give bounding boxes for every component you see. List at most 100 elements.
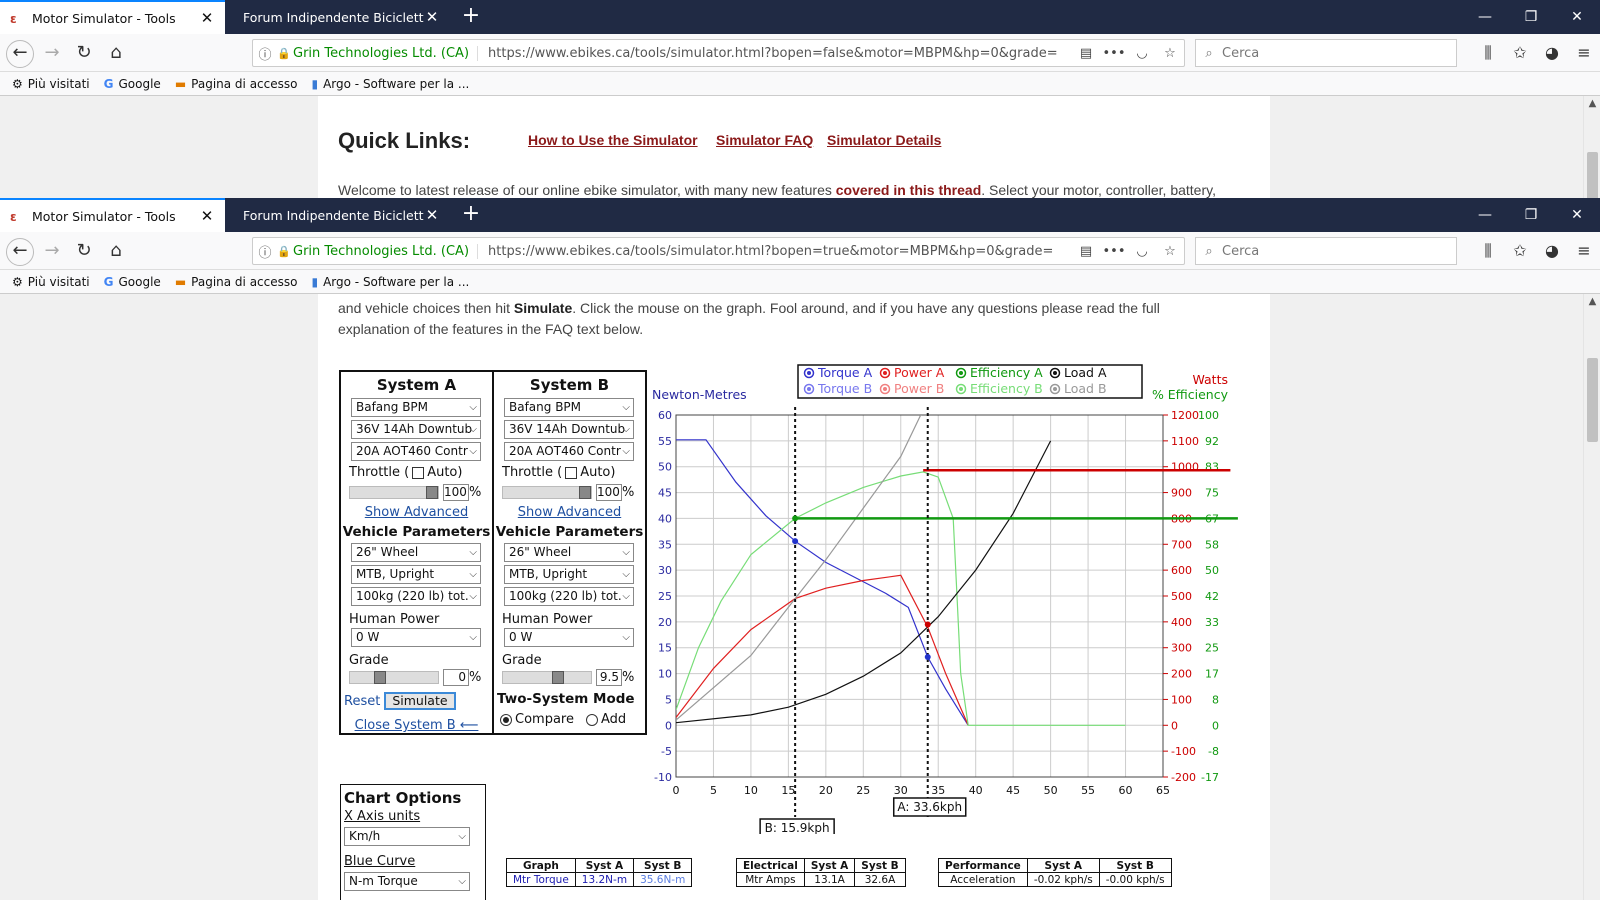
grade-input-b[interactable]: 9.5 bbox=[596, 669, 622, 686]
close-tab-icon[interactable]: ✕ bbox=[424, 206, 440, 224]
simulator-chart[interactable]: 0 5 10 15 20 25 30 35 40 45 50 55 60 6560555045403530… bbox=[628, 364, 1240, 834]
scrollbar-bottom[interactable]: ▲ bbox=[1583, 294, 1600, 900]
pocket-icon[interactable]: ◡ bbox=[1128, 46, 1156, 61]
weight-select-b[interactable]: 100kg (220 lb) tot. ⌵ bbox=[504, 587, 634, 606]
throttle-input-b[interactable]: 100 bbox=[596, 484, 622, 501]
minimize-icon[interactable]: — bbox=[1462, 198, 1508, 232]
close-window-icon[interactable]: ✕ bbox=[1554, 0, 1600, 34]
posture-select-b[interactable]: MTB, Upright ⌵ bbox=[504, 565, 634, 584]
bookmarks-menu-icon[interactable]: ✩ bbox=[1504, 238, 1536, 264]
new-tab-button[interactable]: + bbox=[456, 198, 486, 232]
search-box[interactable]: ⌕ Cerca bbox=[1195, 237, 1457, 265]
bookmark-argo[interactable]: ▮ Argo - Software per la ... bbox=[311, 275, 469, 289]
extension-icon[interactable]: ◕ bbox=[1536, 238, 1568, 264]
posture-select-a[interactable]: MTB, Upright ⌵ bbox=[351, 565, 481, 584]
close-window-icon[interactable]: ✕ bbox=[1554, 198, 1600, 232]
bookmark-access-page[interactable]: ▬ Pagina di accesso bbox=[175, 77, 298, 91]
reset-link[interactable]: Reset bbox=[344, 694, 380, 709]
back-icon[interactable]: ← bbox=[6, 40, 34, 68]
scroll-thumb[interactable] bbox=[1587, 152, 1598, 198]
link-simulator-details[interactable]: Simulator Details bbox=[827, 132, 941, 148]
home-icon[interactable]: ⌂ bbox=[102, 40, 130, 68]
grade-slider-b[interactable] bbox=[502, 671, 592, 684]
site-identity[interactable]: Grin Technologies Ltd. (CA) bbox=[291, 243, 479, 259]
weight-select-a[interactable]: 100kg (220 lb) tot. ⌵ bbox=[351, 587, 481, 606]
wheel-select-a[interactable]: 26" Wheel ⌵ bbox=[351, 543, 481, 562]
library-icon[interactable]: ⫼ bbox=[1472, 40, 1504, 66]
bookmark-star-icon[interactable]: ☆ bbox=[1156, 46, 1184, 61]
reload-icon[interactable]: ↻ bbox=[70, 40, 98, 68]
slider-knob[interactable] bbox=[552, 671, 564, 684]
motor-select-b[interactable]: Bafang BPM ⌵ bbox=[504, 398, 634, 417]
site-identity[interactable]: Grin Technologies Ltd. (CA) bbox=[291, 45, 479, 61]
human-power-select-a[interactable]: 0 W ⌵ bbox=[351, 628, 481, 647]
new-tab-button[interactable]: + bbox=[456, 0, 486, 34]
auto-checkbox-a[interactable] bbox=[412, 466, 425, 479]
restore-icon[interactable]: ❐ bbox=[1508, 198, 1554, 232]
tab-forum[interactable]: Forum Indipendente Biciclette Elett ✕ bbox=[225, 0, 450, 34]
pocket-icon[interactable]: ◡ bbox=[1128, 244, 1156, 259]
scrollbar-top[interactable]: ▲ bbox=[1583, 96, 1600, 198]
search-box[interactable]: ⌕ Cerca bbox=[1195, 39, 1457, 67]
hamburger-menu-icon[interactable]: ≡ bbox=[1568, 40, 1600, 66]
add-radio[interactable] bbox=[585, 713, 598, 726]
close-tab-icon[interactable]: ✕ bbox=[199, 9, 215, 27]
link-simulator-faq[interactable]: Simulator FAQ bbox=[716, 132, 813, 148]
info-icon[interactable]: ⓘ bbox=[253, 44, 277, 63]
tab-motor-simulator[interactable]: ɛ Motor Simulator - Tools ✕ bbox=[0, 0, 225, 34]
x-axis-units-select[interactable]: Km/h ⌵ bbox=[344, 827, 470, 846]
blue-curve-select[interactable]: N-m Torque ⌵ bbox=[344, 872, 470, 891]
bookmark-google[interactable]: G Google bbox=[104, 275, 161, 289]
url-bar[interactable]: ⓘ 🔒 Grin Technologies Ltd. (CA) https://… bbox=[252, 39, 1185, 67]
close-tab-icon[interactable]: ✕ bbox=[424, 8, 440, 26]
motor-select-a[interactable]: Bafang BPM ⌵ bbox=[351, 398, 481, 417]
reader-view-icon[interactable]: ▤ bbox=[1072, 46, 1100, 61]
battery-select-b[interactable]: 36V 14Ah Downtub ⌵ bbox=[504, 420, 634, 439]
minimize-icon[interactable]: — bbox=[1462, 0, 1508, 34]
scroll-up-icon[interactable]: ▲ bbox=[1584, 296, 1600, 307]
auto-checkbox-b[interactable] bbox=[565, 466, 578, 479]
tab-forum[interactable]: Forum Indipendente Biciclette Elett ✕ bbox=[225, 198, 450, 232]
url-bar[interactable]: ⓘ 🔒 Grin Technologies Ltd. (CA) https://… bbox=[252, 237, 1185, 265]
home-icon[interactable]: ⌂ bbox=[102, 238, 130, 266]
page-actions-icon[interactable]: ••• bbox=[1100, 244, 1128, 259]
throttle-input-a[interactable]: 100 bbox=[443, 484, 469, 501]
show-advanced-b[interactable]: Show Advanced bbox=[494, 505, 645, 520]
human-power-select-b[interactable]: 0 W ⌵ bbox=[504, 628, 634, 647]
controller-select-a[interactable]: 20A AOT460 Contr ⌵ bbox=[351, 442, 481, 461]
bookmark-most-visited[interactable]: ⚙ Più visitati bbox=[12, 275, 90, 289]
bookmark-star-icon[interactable]: ☆ bbox=[1156, 244, 1184, 259]
link-how-to-use[interactable]: How to Use the Simulator bbox=[528, 132, 698, 148]
url-text[interactable]: https://www.ebikes.ca/tools/simulator.ht… bbox=[478, 46, 1072, 61]
grade-slider-a[interactable] bbox=[349, 671, 439, 684]
library-icon[interactable]: ⫼ bbox=[1472, 238, 1504, 264]
page-actions-icon[interactable]: ••• bbox=[1100, 46, 1128, 61]
bookmark-argo[interactable]: ▮ Argo - Software per la ... bbox=[311, 77, 469, 91]
hamburger-menu-icon[interactable]: ≡ bbox=[1568, 238, 1600, 264]
show-advanced-a[interactable]: Show Advanced bbox=[341, 505, 492, 520]
simulate-button[interactable]: Simulate bbox=[384, 692, 456, 710]
slider-knob[interactable] bbox=[579, 486, 591, 499]
compare-radio[interactable] bbox=[500, 713, 512, 726]
scroll-up-icon[interactable]: ▲ bbox=[1584, 98, 1600, 109]
slider-knob[interactable] bbox=[426, 486, 438, 499]
scroll-thumb[interactable] bbox=[1587, 358, 1598, 442]
thread-link[interactable]: covered in this thread bbox=[836, 182, 981, 198]
close-tab-icon[interactable]: ✕ bbox=[199, 207, 215, 225]
throttle-slider-b[interactable] bbox=[502, 486, 592, 499]
bookmark-google[interactable]: G Google bbox=[104, 77, 161, 91]
reload-icon[interactable]: ↻ bbox=[70, 238, 98, 266]
close-system-b-link[interactable]: Close System B ⟵ bbox=[341, 718, 492, 733]
battery-select-a[interactable]: 36V 14Ah Downtub ⌵ bbox=[351, 420, 481, 439]
url-text[interactable]: https://www.ebikes.ca/tools/simulator.ht… bbox=[478, 244, 1072, 259]
bookmark-access-page[interactable]: ▬ Pagina di accesso bbox=[175, 275, 298, 289]
forward-icon[interactable]: → bbox=[38, 238, 66, 266]
back-icon[interactable]: ← bbox=[6, 238, 34, 266]
bookmark-most-visited[interactable]: ⚙ Più visitati bbox=[12, 77, 90, 91]
tab-motor-simulator[interactable]: ɛ Motor Simulator - Tools ✕ bbox=[0, 198, 225, 232]
reader-view-icon[interactable]: ▤ bbox=[1072, 244, 1100, 259]
wheel-select-b[interactable]: 26" Wheel ⌵ bbox=[504, 543, 634, 562]
controller-select-b[interactable]: 20A AOT460 Contr ⌵ bbox=[504, 442, 634, 461]
grade-input-a[interactable]: 0 bbox=[443, 669, 469, 686]
restore-icon[interactable]: ❐ bbox=[1508, 0, 1554, 34]
